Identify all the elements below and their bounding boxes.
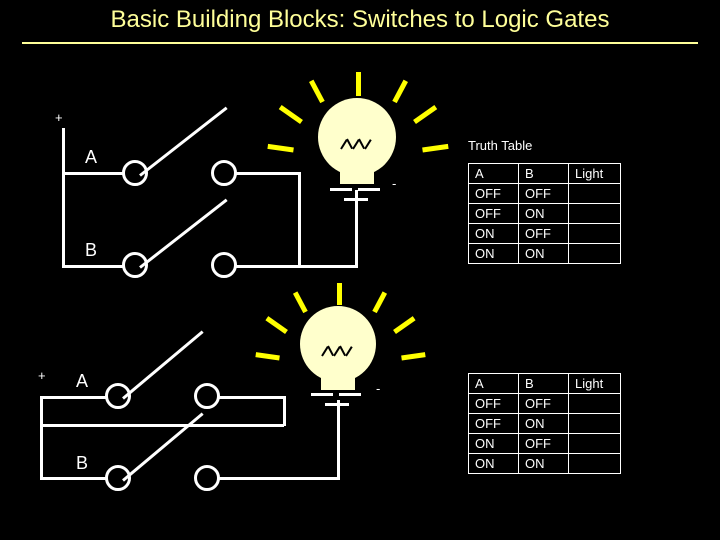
bulb-ray-1-6 [267, 143, 294, 153]
cell-b: OFF [518, 393, 569, 414]
table-header-row: A B Light [468, 163, 621, 184]
cell-light [568, 453, 621, 474]
truth-table-2: A B Light OFF OFF OFF ON ON OFF ON ON [468, 373, 621, 474]
wire-a-branch-bottom-2 [40, 424, 284, 427]
table-header-row: A B Light [468, 373, 621, 394]
bulb-ray-2-7 [401, 352, 426, 361]
table-row: ON ON [468, 453, 621, 474]
table-header-light: Light [568, 373, 621, 394]
battery-minus-label-1: - [392, 176, 397, 191]
bulb-ray-2-4 [265, 316, 288, 335]
bulb-ray-2-6 [255, 352, 280, 361]
wire-a-in-2 [40, 396, 108, 399]
battery-minus-label-2: - [376, 381, 381, 396]
wire-b-out-1 [235, 265, 301, 268]
cell-b: OFF [518, 433, 569, 454]
switch-a-label-1: A [85, 147, 98, 167]
table-row: OFF ON [468, 203, 621, 224]
bulb-base-line-1b [358, 188, 380, 191]
table-row: ON ON [468, 243, 621, 264]
table-row: ON OFF [468, 433, 621, 454]
bulb-ray-2-5 [393, 316, 416, 335]
table-header-b: B [518, 373, 569, 394]
wire-lamp-return-2 [337, 400, 340, 480]
table-header-a: A [468, 373, 519, 394]
title-divider [22, 42, 698, 44]
cell-a: OFF [468, 203, 519, 224]
switch-a-terminal-right-2[interactable] [194, 383, 220, 409]
switch-a-blade-2[interactable] [122, 330, 204, 400]
battery-plus-label-2: + [38, 368, 46, 383]
switch-b-label-2: B [76, 453, 89, 473]
wire-lamp-return-1 [355, 190, 358, 268]
wire-a-out-1 [235, 172, 301, 175]
cell-b: ON [518, 203, 569, 224]
switch-b-terminal-right-1[interactable] [211, 252, 237, 278]
wire-left-drop-2 [40, 396, 43, 480]
bulb-ray-2-2 [292, 291, 308, 314]
switch-a-terminal-right-1[interactable] [211, 160, 237, 186]
table-row: OFF OFF [468, 393, 621, 414]
bulb-ray-1-4 [278, 105, 303, 125]
table-row: ON OFF [468, 223, 621, 244]
bulb-base-line-1c [344, 198, 368, 201]
switch-b-label-1: B [85, 240, 98, 260]
bulb-ray-1-3 [392, 79, 408, 104]
cell-b: ON [518, 243, 569, 264]
battery-plus-label-1: + [55, 110, 63, 125]
cell-light [568, 203, 621, 224]
switch-b-blade-2[interactable] [122, 412, 204, 482]
bulb-base-line-2a [311, 393, 333, 396]
table-row: OFF ON [468, 413, 621, 434]
cell-light [568, 413, 621, 434]
table-header-b: B [518, 163, 569, 184]
cell-b: OFF [518, 223, 569, 244]
bulb-ray-1-5 [413, 105, 438, 125]
bulb-ray-2-3 [372, 291, 388, 314]
wire-bottom-1 [298, 265, 358, 268]
table-row: OFF OFF [468, 183, 621, 204]
cell-a: ON [468, 433, 519, 454]
bulb-neck-1 [340, 160, 374, 184]
page-title: Basic Building Blocks: Switches to Logic… [110, 6, 610, 33]
bulb-ray-1-7 [422, 143, 449, 153]
cell-light [568, 393, 621, 414]
cell-a: OFF [468, 183, 519, 204]
bulb-base-line-1a [330, 188, 352, 191]
switch-b-terminal-right-2[interactable] [194, 465, 220, 491]
wire-b-out-2 [218, 477, 340, 480]
cell-light [568, 433, 621, 454]
bulb-ray-1-2 [309, 79, 325, 104]
bulb-base-line-2b [339, 393, 361, 396]
table-header-a: A [468, 163, 519, 184]
truth-table-1: A B Light OFF OFF OFF ON ON OFF ON ON [468, 163, 621, 264]
cell-a: ON [468, 453, 519, 474]
cell-a: OFF [468, 413, 519, 434]
wire-left-bus-1 [62, 128, 65, 268]
truth-table-caption-1: Truth Table [468, 138, 533, 153]
table-header-light: Light [568, 163, 621, 184]
cell-b: ON [518, 453, 569, 474]
wire-a-branch-right-2 [283, 396, 286, 426]
wire-a-in-1 [62, 172, 124, 175]
slide-canvas: Basic Building Blocks: Switches to Logic… [0, 0, 720, 540]
cell-b: ON [518, 413, 569, 434]
cell-a: ON [468, 243, 519, 264]
cell-b: OFF [518, 183, 569, 204]
switch-a-label-2: A [76, 371, 89, 391]
wire-b-in-1 [62, 265, 124, 268]
wire-a-out-2 [218, 396, 286, 399]
cell-light [568, 223, 621, 244]
bulb-ray-1-1 [356, 72, 361, 96]
bulb-neck-2 [321, 366, 355, 390]
bulb-base-line-2c [325, 403, 349, 406]
cell-light [568, 183, 621, 204]
cell-light [568, 243, 621, 264]
wire-b-in-2 [40, 477, 108, 480]
bulb-ray-2-1 [337, 283, 342, 305]
cell-a: ON [468, 223, 519, 244]
cell-a: OFF [468, 393, 519, 414]
wire-switch-link-1 [298, 172, 301, 267]
